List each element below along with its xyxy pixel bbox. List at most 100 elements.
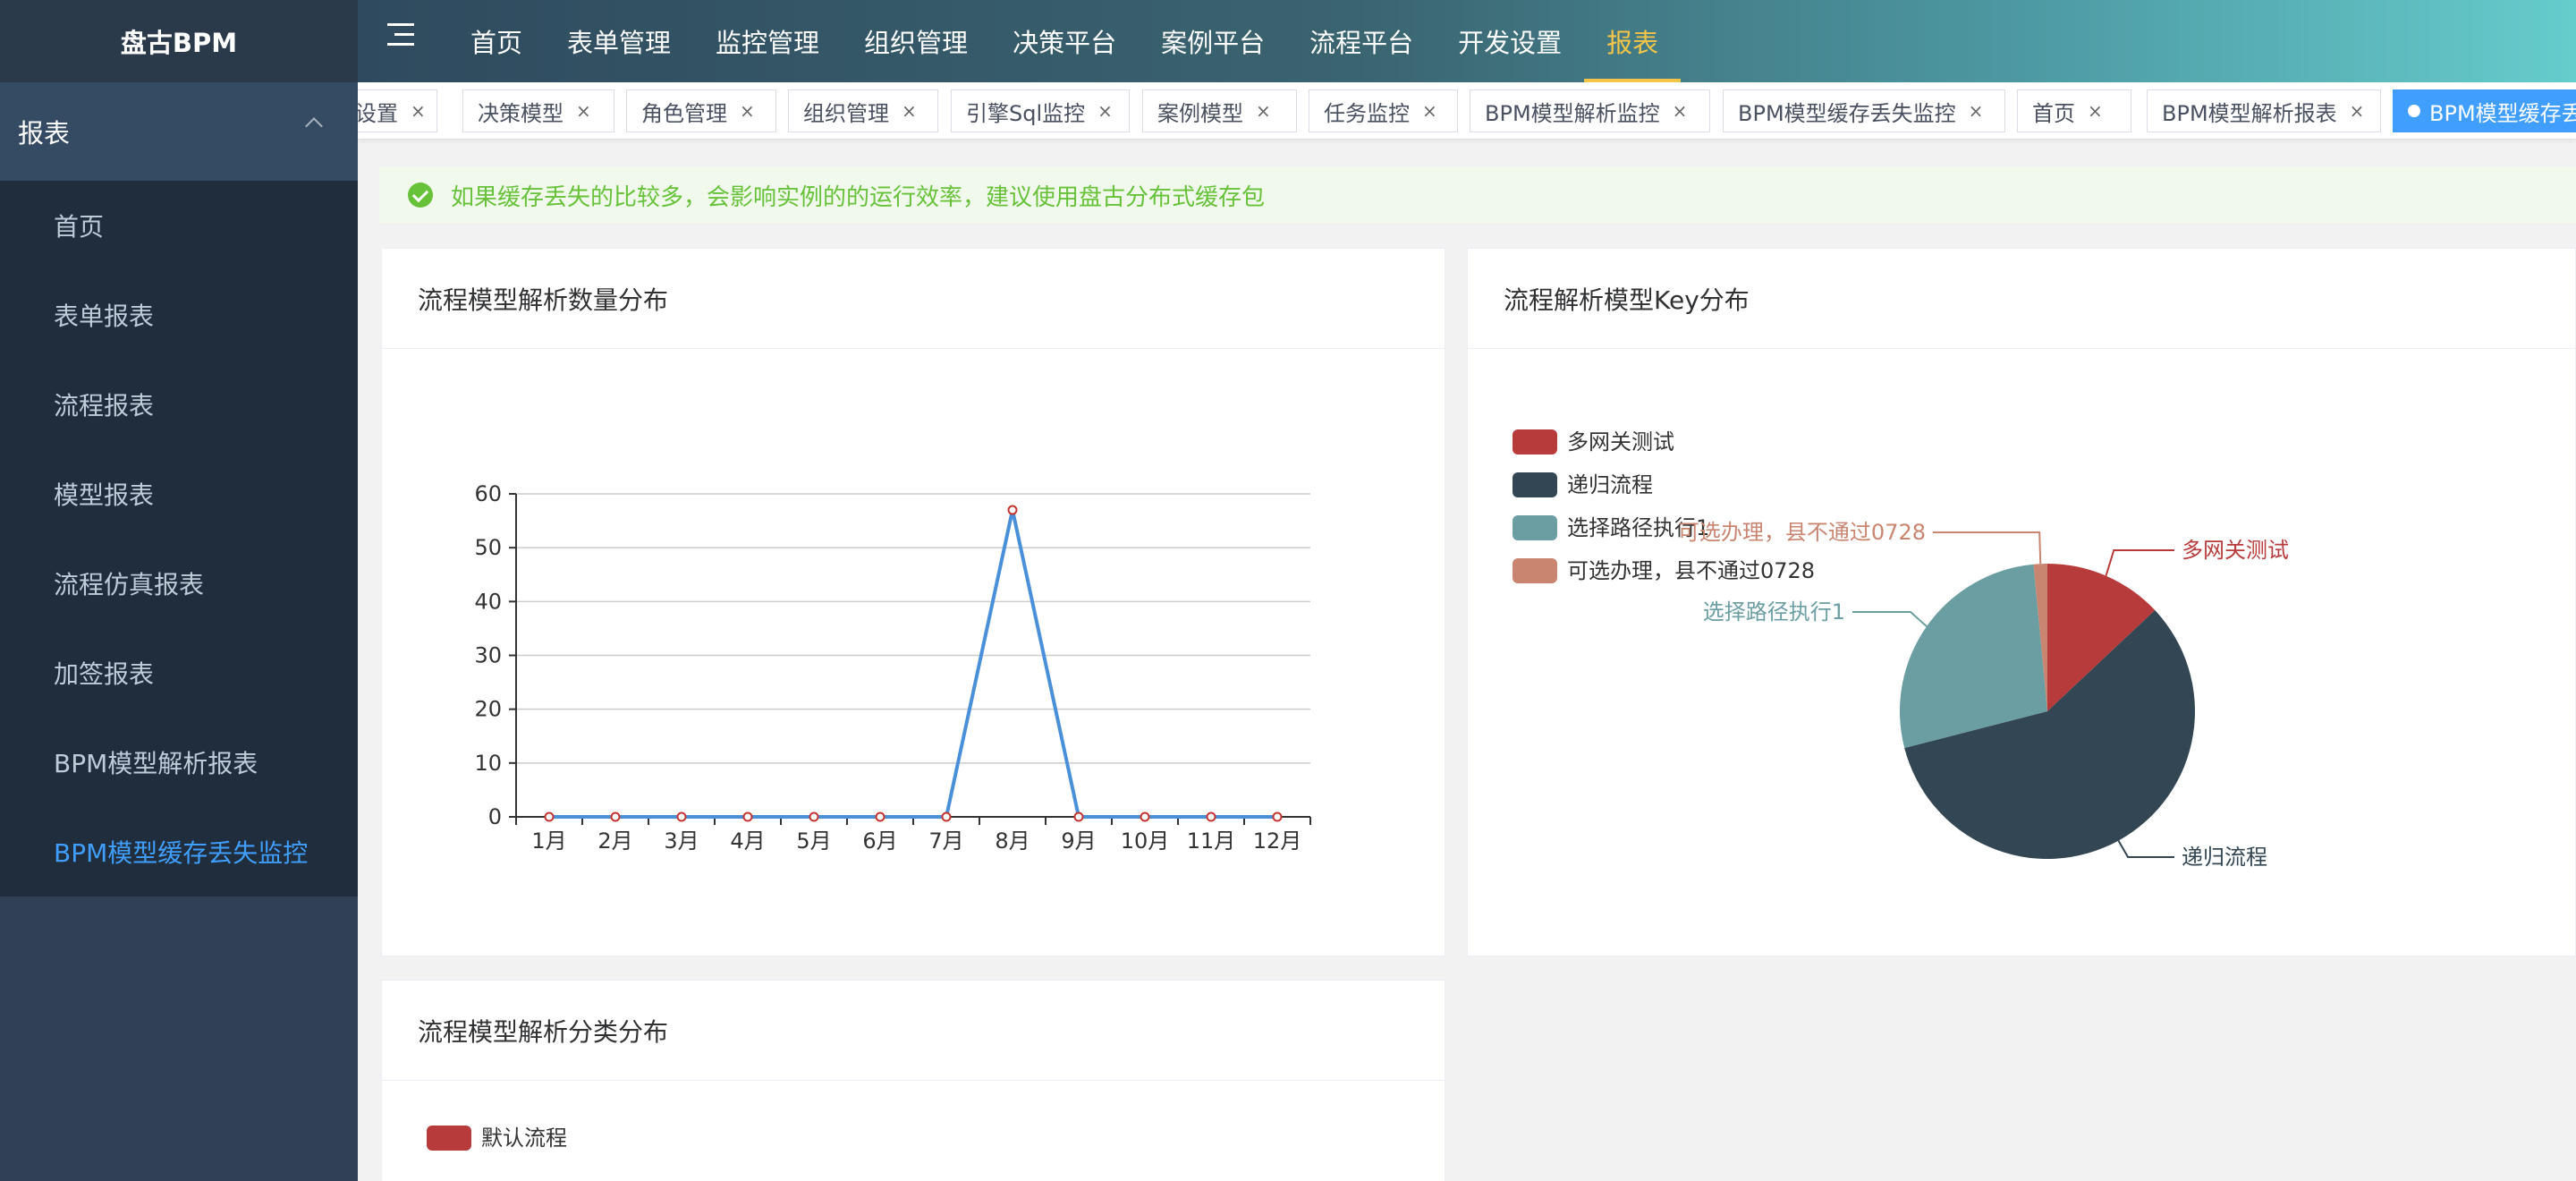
close-icon[interactable]: × [1256, 100, 1271, 122]
tag-label: 案例模型 [1157, 100, 1243, 126]
data-point [1272, 811, 1283, 822]
leader-line [1933, 531, 2042, 565]
data-point [1007, 505, 1018, 515]
y-tick-label: 0 [488, 804, 502, 829]
tag-label: BPM模型解析报表 [2162, 100, 2337, 126]
data-point [544, 811, 555, 822]
close-icon[interactable]: × [2088, 100, 2103, 122]
pie-chart-card: 流程解析模型Key分布 多网关测试 递归流程 选择路径执行1 可选办理，县不通过072… [1467, 248, 2576, 956]
top-nav-item-7[interactable]: 流程平台 [1287, 0, 1436, 82]
tag-tab-7[interactable]: 任务监控 × [1309, 89, 1458, 132]
tag-label: BPM模型解析监控 [1485, 100, 1660, 126]
tag-tab-4[interactable]: 组织管理 × [788, 89, 938, 132]
x-tick-label: 11月 [1187, 828, 1236, 854]
tag-label: 决策模型 [478, 100, 564, 126]
sidebar-item-4[interactable]: 模型报表 [0, 449, 358, 539]
sidebar: 盘古BPM 报表 首页 表单报表 流程报表 模型报表 流程仿真报表 加签报表 BPM模型解析… [0, 0, 358, 1181]
leader-line [1852, 611, 1928, 627]
close-icon[interactable]: × [740, 100, 755, 122]
legend-swatch[interactable] [1513, 558, 1557, 583]
tag-tab-9[interactable]: BPM模型缓存丢失监控 × [1723, 89, 2005, 132]
top-nav-item-6[interactable]: 案例平台 [1139, 0, 1287, 82]
legend-label[interactable]: 可选办理，县不通过0728 [1567, 558, 1815, 583]
top-nav-menu: 首页 表单管理 监控管理 组织管理 决策平台 案例平台 流程平台 开发设置 报表 [448, 0, 1682, 82]
x-tick-label: 2月 [597, 828, 632, 854]
tag-label: BPM模型缓存丢失监控 [1738, 100, 1956, 126]
tag-label: 组织管理 [803, 100, 889, 126]
sidebar-item-8[interactable]: BPM模型缓存丢失监控 [0, 807, 358, 896]
tag-tab-3[interactable]: 角色管理 × [626, 89, 776, 132]
x-tick-label: 5月 [796, 828, 831, 854]
tags-view-bar: 设置 × 决策模型 × 角色管理 × 组织管理 × 引擎Sql监控 × 案例模型 × 任务监控 × BPM模… [358, 82, 2576, 140]
card-title: 流程模型解析数量分布 [382, 249, 1445, 349]
tag-label: 首页 [2032, 100, 2075, 126]
tag-tab-2[interactable]: 决策模型 × [462, 89, 614, 132]
close-icon[interactable]: × [902, 100, 917, 122]
category-chart-card: 流程模型解析分类分布 默认流程 [381, 980, 1445, 1181]
top-nav-item-2[interactable]: 表单管理 [545, 0, 693, 82]
legend-swatch[interactable] [1513, 472, 1557, 497]
x-tick-label: 7月 [928, 828, 963, 854]
close-icon[interactable]: × [1097, 100, 1113, 122]
data-point [676, 811, 687, 822]
close-icon[interactable]: × [1673, 100, 1688, 122]
tag-tab-12[interactable]: BPM模型缓存丢失监控 [2393, 89, 2576, 132]
legend-label[interactable]: 默认流程 [481, 1126, 567, 1151]
top-nav-item-9[interactable]: 报表 [1584, 0, 1682, 82]
info-alert: 如果缓存丢失的比较多，会影响实例的的运行效率，建议使用盘古分布式缓存包 [379, 167, 2576, 223]
check-circle-icon [408, 183, 433, 208]
brand-logo: 盘古BPM [0, 0, 358, 82]
x-tick-label: 9月 [1061, 828, 1096, 854]
sidebar-item-2[interactable]: 表单报表 [0, 270, 358, 360]
x-tick-label: 1月 [531, 828, 566, 854]
legend-swatch[interactable] [1513, 515, 1557, 540]
y-tick-label: 60 [474, 481, 502, 506]
tag-tab-10[interactable]: 首页 × [2017, 89, 2131, 132]
x-tick-label: 10月 [1121, 828, 1170, 854]
sidebar-item-7[interactable]: BPM模型解析报表 [0, 718, 358, 807]
legend-swatch[interactable] [1513, 429, 1557, 455]
menu-fold-icon[interactable] [387, 21, 418, 48]
top-nav-item-3[interactable]: 监控管理 [693, 0, 842, 82]
legend-swatch[interactable] [427, 1126, 471, 1151]
slice-label: 递归流程 [2182, 845, 2267, 870]
close-icon[interactable]: × [2350, 100, 2365, 122]
close-icon[interactable]: × [576, 100, 591, 122]
legend-label[interactable]: 多网关测试 [1567, 429, 1674, 455]
tag-tab-1[interactable]: 设置 × [358, 89, 437, 132]
active-dot-icon [2408, 105, 2420, 117]
tag-tab-11[interactable]: BPM模型解析报表 × [2147, 89, 2381, 132]
tag-label: BPM模型缓存丢失监控 [2429, 100, 2576, 126]
data-point [742, 811, 753, 822]
slice-label: 多网关测试 [2182, 538, 2289, 563]
data-point [1206, 811, 1216, 822]
legend-label[interactable]: 递归流程 [1567, 472, 1653, 497]
x-tick-label: 12月 [1253, 828, 1302, 854]
data-point [610, 811, 621, 822]
sidebar-group-reports[interactable]: 报表 [0, 82, 358, 181]
top-nav-item-4[interactable]: 组织管理 [842, 0, 990, 82]
sidebar-item-5[interactable]: 流程仿真报表 [0, 539, 358, 628]
top-nav-item-1[interactable]: 首页 [448, 0, 545, 82]
data-point [875, 811, 886, 822]
y-tick-label: 40 [474, 589, 502, 614]
data-point [1140, 811, 1150, 822]
sidebar-item-6[interactable]: 加签报表 [0, 628, 358, 718]
tag-tab-6[interactable]: 案例模型 × [1142, 89, 1297, 132]
close-icon[interactable]: × [411, 100, 426, 122]
x-tick-label: 4月 [730, 828, 765, 854]
slice-label: 选择路径执行1 [1703, 599, 1845, 624]
close-icon[interactable]: × [1969, 100, 1984, 122]
tag-tab-8[interactable]: BPM模型解析监控 × [1470, 89, 1710, 132]
sidebar-group-label: 报表 [18, 118, 71, 149]
top-nav-item-5[interactable]: 决策平台 [990, 0, 1139, 82]
sidebar-item-1[interactable]: 首页 [0, 181, 358, 270]
top-nav-item-8[interactable]: 开发设置 [1436, 0, 1584, 82]
tag-tab-5[interactable]: 引擎Sql监控 × [951, 89, 1130, 132]
x-tick-label: 3月 [664, 828, 699, 854]
y-tick-label: 50 [474, 535, 502, 560]
tag-label: 角色管理 [641, 100, 727, 126]
sidebar-item-3[interactable]: 流程报表 [0, 360, 358, 449]
close-icon[interactable]: × [1422, 100, 1437, 122]
data-point [941, 811, 952, 822]
